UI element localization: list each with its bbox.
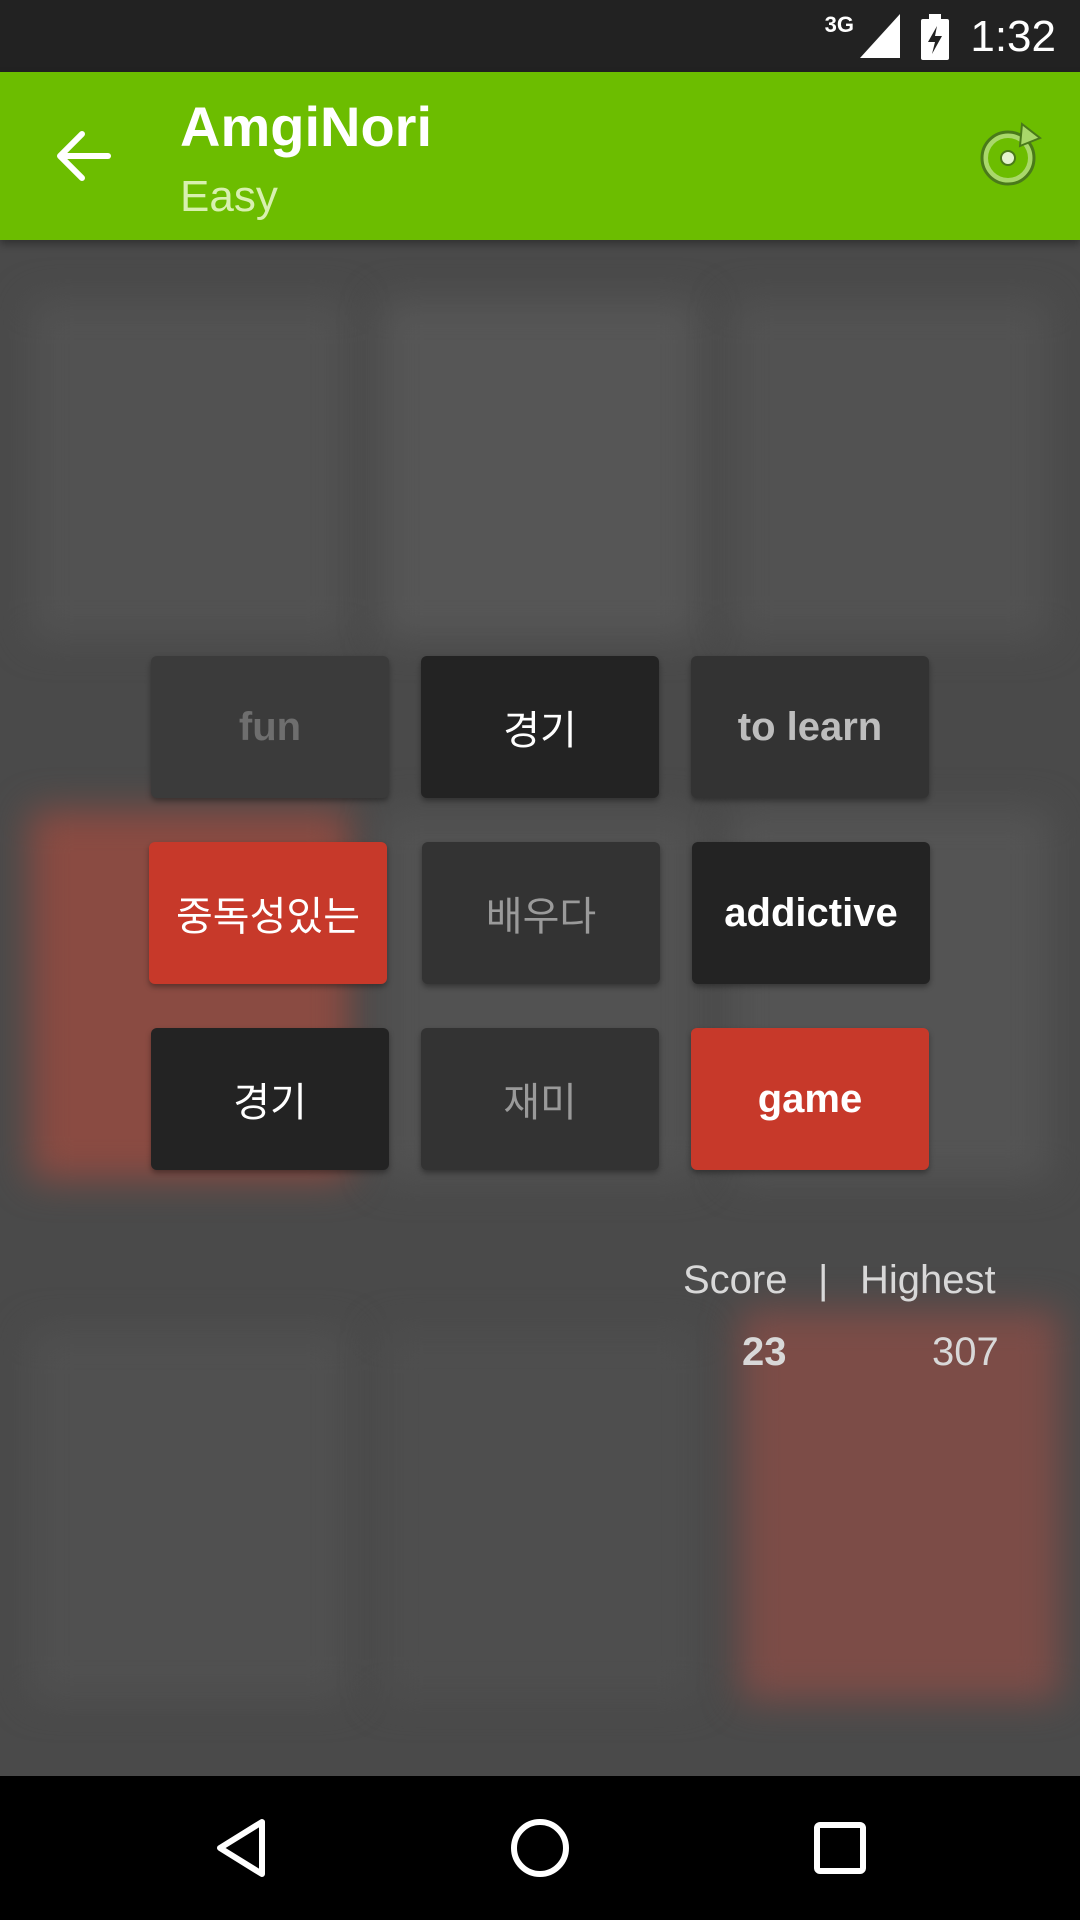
- refresh-button[interactable]: [970, 116, 1050, 196]
- highest-label: Highest: [860, 1258, 996, 1302]
- status-bar: 3G 1:32: [0, 0, 1080, 72]
- battery-charging-icon: [920, 14, 950, 65]
- word-tile[interactable]: 중독성있는: [149, 842, 387, 984]
- difficulty-subtitle: Easy: [180, 172, 278, 221]
- app-title: AmgiNori: [180, 95, 432, 158]
- word-tile[interactable]: to learn: [691, 656, 929, 798]
- word-tile[interactable]: addictive: [692, 842, 930, 984]
- background-card: [380, 300, 700, 640]
- word-tile[interactable]: 배우다: [422, 842, 660, 984]
- word-tile[interactable]: 경기: [421, 656, 659, 798]
- refresh-icon: [980, 122, 1042, 186]
- nav-back-button[interactable]: [206, 1812, 278, 1884]
- triangle-back-icon: [217, 1819, 265, 1877]
- arrow-back-icon: [57, 131, 111, 181]
- background-card: [730, 300, 1050, 640]
- score-value: 23: [742, 1330, 787, 1374]
- clock: 1:32: [970, 12, 1056, 61]
- word-tile[interactable]: 경기: [151, 1028, 389, 1170]
- highest-value: 307: [932, 1330, 999, 1374]
- circle-home-icon: [511, 1819, 569, 1877]
- square-recents-icon: [814, 1822, 866, 1874]
- score-separator: |: [818, 1258, 829, 1302]
- nav-recents-button[interactable]: [804, 1812, 876, 1884]
- score-label: Score: [683, 1258, 788, 1302]
- background-card: [30, 300, 350, 640]
- word-tile[interactable]: fun: [151, 656, 389, 798]
- background-card: [380, 1330, 700, 1700]
- app-bar: AmgiNori Easy: [0, 72, 1080, 240]
- signal-icon: [860, 14, 900, 63]
- navigation-bar: [0, 1776, 1080, 1920]
- network-type: 3G: [824, 12, 854, 37]
- word-tile[interactable]: game: [691, 1028, 929, 1170]
- background-card: [740, 1310, 1060, 1700]
- background-card: [30, 1330, 350, 1700]
- back-button[interactable]: [40, 116, 130, 196]
- nav-home-button[interactable]: [504, 1812, 576, 1884]
- word-tile[interactable]: 재미: [421, 1028, 659, 1170]
